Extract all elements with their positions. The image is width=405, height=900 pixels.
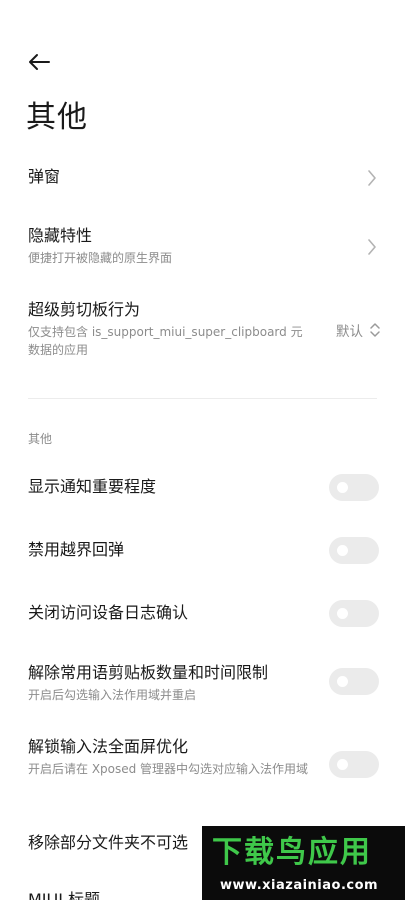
item-super-clipboard-subtitle: 仅支持包含 is_support_miui_super_clipboard 元数…: [28, 325, 303, 357]
back-button[interactable]: [22, 46, 56, 78]
item-hidden-features-title: 隐藏特性: [28, 226, 93, 245]
item-popup-title: 弹窗: [28, 167, 61, 186]
section-divider: [28, 398, 377, 399]
chevron-up-down-icon: [370, 323, 380, 337]
notification-importance-toggle[interactable]: [329, 474, 379, 501]
toggle-knob: [337, 482, 348, 493]
arrow-left-icon: [29, 54, 50, 70]
item-hidden-features-subtitle: 便捷打开被隐藏的原生界面: [28, 251, 173, 265]
toggle-knob: [337, 608, 348, 619]
super-clipboard-select-value: 默认: [336, 324, 363, 340]
toggle-row-subtitle: 开启后勾选输入法作用域并重启: [28, 688, 197, 702]
toggle-row-title: 解锁输入法全面屏优化: [28, 737, 189, 756]
toggle-knob: [337, 676, 348, 687]
toggle-row-disable-overscroll[interactable]: 禁用越界回弹: [28, 537, 381, 564]
clipboard-limit-toggle[interactable]: [329, 668, 379, 695]
chevron-right-icon: [368, 170, 376, 186]
toggle-row-notification-importance[interactable]: 显示通知重要程度: [28, 474, 381, 501]
toggle-row-device-log-confirm[interactable]: 关闭访问设备日志确认: [28, 600, 381, 627]
super-clipboard-select[interactable]: 默认: [336, 320, 381, 340]
item-super-clipboard[interactable]: 超级剪切板行为 仅支持包含 is_support_miui_super_clip…: [28, 299, 381, 363]
watermark-url: www.xiazainiao.com: [220, 878, 379, 893]
chevron-right-icon: [368, 239, 376, 255]
ime-fullscreen-toggle[interactable]: [329, 751, 379, 778]
page-title: 其他: [26, 100, 88, 135]
toggle-row-ime-fullscreen[interactable]: 解锁输入法全面屏优化 开启后请在 Xposed 管理器中勾选对应输入法作用域: [28, 736, 381, 798]
toggle-row-clipboard-limit[interactable]: 解除常用语剪贴板数量和时间限制 开启后勾选输入法作用域并重启: [28, 662, 381, 706]
item-hidden-features[interactable]: 隐藏特性 便捷打开被隐藏的原生界面: [28, 225, 381, 269]
section-label: 其他: [28, 432, 53, 446]
device-log-confirm-toggle[interactable]: [329, 600, 379, 627]
toggle-knob: [337, 759, 348, 770]
toggle-knob: [337, 545, 348, 556]
item-popup[interactable]: 弹窗: [28, 166, 381, 190]
toggle-row-subtitle: 开启后请在 Xposed 管理器中勾选对应输入法作用域: [28, 762, 309, 776]
watermark-logo: 下载鸟应用 www.xiazainiao.com: [202, 826, 405, 900]
watermark-brand: 下载鸟应用: [212, 835, 372, 870]
disable-overscroll-toggle[interactable]: [329, 537, 379, 564]
item-super-clipboard-title: 超级剪切板行为: [28, 300, 141, 319]
